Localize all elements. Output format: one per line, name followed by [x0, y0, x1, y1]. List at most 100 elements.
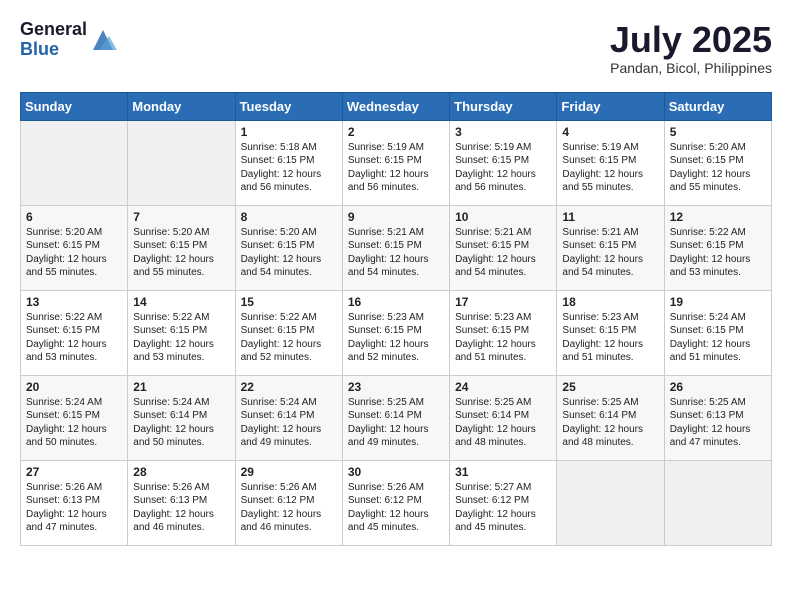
- calendar-cell: 3 Sunrise: 5:19 AMSunset: 6:15 PMDaylight…: [450, 120, 557, 205]
- calendar-cell: 25 Sunrise: 5:25 AMSunset: 6:14 PMDayligh…: [557, 375, 664, 460]
- cell-info: Sunrise: 5:25 AMSunset: 6:14 PMDaylight:…: [455, 396, 551, 450]
- cell-info: Sunrise: 5:19 AMSunset: 6:15 PMDaylight:…: [455, 141, 551, 195]
- week-row-3: 13 Sunrise: 5:22 AMSunset: 6:15 PMDayligh…: [21, 290, 772, 375]
- calendar-cell: 13Sunrise: 5:22 AMSunset: 6:15 PMDayligh…: [21, 290, 128, 375]
- calendar-cell: 30Sunrise: 5:26 AMSunset: 6:12 PMDayligh…: [342, 460, 449, 545]
- cell-info: Sunrise: 5:26 AMSunset: 6:13 PMDaylight:…: [26, 481, 122, 535]
- day-number: 20: [26, 380, 122, 394]
- calendar-cell: [664, 460, 771, 545]
- cell-info: Sunrise: 5:26 AMSunset: 6:13 PMDaylight:…: [133, 481, 229, 535]
- calendar-cell: 17 Sunrise: 5:23 AMSunset: 6:15 PMDayligh…: [450, 290, 557, 375]
- logo: General Blue: [20, 20, 117, 60]
- logo-blue: Blue: [20, 40, 87, 60]
- cell-info: Sunrise: 5:22 AMSunset: 6:15 PMDaylight:…: [670, 226, 766, 280]
- cell-info: Sunrise: 5:24 AMSunset: 6:15 PMDaylight:…: [670, 311, 766, 365]
- calendar-cell: 6 Sunrise: 5:20 AMSunset: 6:15 PMDaylight…: [21, 205, 128, 290]
- day-number: 14: [133, 295, 229, 309]
- day-number: 5: [670, 125, 766, 139]
- day-number: 10: [455, 210, 551, 224]
- day-number: 8: [241, 210, 337, 224]
- day-number: 4: [562, 125, 658, 139]
- day-number: 26: [670, 380, 766, 394]
- title-block: July 2025 Pandan, Bicol, Philippines: [610, 20, 772, 76]
- day-number: 7: [133, 210, 229, 224]
- calendar-cell: 31 Sunrise: 5:27 AMSunset: 6:12 PMDayligh…: [450, 460, 557, 545]
- weekday-header-wednesday: Wednesday: [342, 92, 449, 120]
- day-number: 9: [348, 210, 444, 224]
- day-number: 19: [670, 295, 766, 309]
- calendar-cell: 7 Sunrise: 5:20 AMSunset: 6:15 PMDaylight…: [128, 205, 235, 290]
- day-number: 21: [133, 380, 229, 394]
- weekday-header-friday: Friday: [557, 92, 664, 120]
- day-number: 3: [455, 125, 551, 139]
- calendar-cell: 1Sunrise: 5:18 AMSunset: 6:15 PMDaylight…: [235, 120, 342, 205]
- cell-info: Sunrise: 5:25 AMSunset: 6:14 PMDaylight:…: [348, 396, 444, 450]
- day-number: 25: [562, 380, 658, 394]
- week-row-4: 20 Sunrise: 5:24 AMSunset: 6:15 PMDayligh…: [21, 375, 772, 460]
- calendar-cell: 28 Sunrise: 5:26 AMSunset: 6:13 PMDayligh…: [128, 460, 235, 545]
- cell-info: Sunrise: 5:23 AMSunset: 6:15 PMDaylight:…: [348, 311, 444, 365]
- cell-info: Sunrise: 5:22 AMSunset: 6:15 PMDaylight:…: [133, 311, 229, 365]
- cell-info: Sunrise: 5:25 AMSunset: 6:14 PMDaylight:…: [562, 396, 658, 450]
- calendar-cell: 9Sunrise: 5:21 AMSunset: 6:15 PMDaylight…: [342, 205, 449, 290]
- calendar-cell: 11 Sunrise: 5:21 AMSunset: 6:15 PMDayligh…: [557, 205, 664, 290]
- cell-info: Sunrise: 5:24 AMSunset: 6:15 PMDaylight:…: [26, 396, 122, 450]
- week-row-5: 27 Sunrise: 5:26 AMSunset: 6:13 PMDayligh…: [21, 460, 772, 545]
- calendar-cell: 23 Sunrise: 5:25 AMSunset: 6:14 PMDayligh…: [342, 375, 449, 460]
- day-number: 2: [348, 125, 444, 139]
- calendar-cell: 27 Sunrise: 5:26 AMSunset: 6:13 PMDayligh…: [21, 460, 128, 545]
- day-number: 6: [26, 210, 122, 224]
- day-number: 13: [26, 295, 122, 309]
- day-number: 23: [348, 380, 444, 394]
- week-row-2: 6 Sunrise: 5:20 AMSunset: 6:15 PMDaylight…: [21, 205, 772, 290]
- weekday-header-thursday: Thursday: [450, 92, 557, 120]
- calendar-cell: 26Sunrise: 5:25 AMSunset: 6:13 PMDayligh…: [664, 375, 771, 460]
- day-number: 11: [562, 210, 658, 224]
- calendar-cell: [128, 120, 235, 205]
- calendar-cell: [21, 120, 128, 205]
- day-number: 24: [455, 380, 551, 394]
- weekday-header-saturday: Saturday: [664, 92, 771, 120]
- cell-info: Sunrise: 5:20 AMSunset: 6:15 PMDaylight:…: [133, 226, 229, 280]
- calendar-cell: 22Sunrise: 5:24 AMSunset: 6:14 PMDayligh…: [235, 375, 342, 460]
- cell-info: Sunrise: 5:23 AMSunset: 6:15 PMDaylight:…: [455, 311, 551, 365]
- calendar-cell: 24 Sunrise: 5:25 AMSunset: 6:14 PMDayligh…: [450, 375, 557, 460]
- cell-info: Sunrise: 5:21 AMSunset: 6:15 PMDaylight:…: [455, 226, 551, 280]
- location: Pandan, Bicol, Philippines: [610, 60, 772, 76]
- cell-info: Sunrise: 5:18 AMSunset: 6:15 PMDaylight:…: [241, 141, 337, 195]
- calendar-cell: 12 Sunrise: 5:22 AMSunset: 6:15 PMDayligh…: [664, 205, 771, 290]
- cell-info: Sunrise: 5:22 AMSunset: 6:15 PMDaylight:…: [241, 311, 337, 365]
- month-year: July 2025: [610, 20, 772, 60]
- day-number: 27: [26, 465, 122, 479]
- day-number: 31: [455, 465, 551, 479]
- cell-info: Sunrise: 5:20 AMSunset: 6:15 PMDaylight:…: [26, 226, 122, 280]
- calendar-cell: 14 Sunrise: 5:22 AMSunset: 6:15 PMDayligh…: [128, 290, 235, 375]
- weekday-header-row: SundayMondayTuesdayWednesdayThursdayFrid…: [21, 92, 772, 120]
- cell-info: Sunrise: 5:23 AMSunset: 6:15 PMDaylight:…: [562, 311, 658, 365]
- day-number: 15: [241, 295, 337, 309]
- page-header: General Blue July 2025 Pandan, Bicol, Ph…: [20, 20, 772, 76]
- day-number: 28: [133, 465, 229, 479]
- weekday-header-tuesday: Tuesday: [235, 92, 342, 120]
- cell-info: Sunrise: 5:20 AMSunset: 6:15 PMDaylight:…: [670, 141, 766, 195]
- cell-info: Sunrise: 5:21 AMSunset: 6:15 PMDaylight:…: [562, 226, 658, 280]
- day-number: 12: [670, 210, 766, 224]
- calendar-cell: 2Sunrise: 5:19 AMSunset: 6:15 PMDaylight…: [342, 120, 449, 205]
- cell-info: Sunrise: 5:19 AMSunset: 6:15 PMDaylight:…: [562, 141, 658, 195]
- cell-info: Sunrise: 5:26 AMSunset: 6:12 PMDaylight:…: [241, 481, 337, 535]
- weekday-header-monday: Monday: [128, 92, 235, 120]
- day-number: 17: [455, 295, 551, 309]
- calendar-cell: 15 Sunrise: 5:22 AMSunset: 6:15 PMDayligh…: [235, 290, 342, 375]
- day-number: 18: [562, 295, 658, 309]
- day-number: 29: [241, 465, 337, 479]
- day-number: 22: [241, 380, 337, 394]
- cell-info: Sunrise: 5:27 AMSunset: 6:12 PMDaylight:…: [455, 481, 551, 535]
- calendar-cell: 18 Sunrise: 5:23 AMSunset: 6:15 PMDayligh…: [557, 290, 664, 375]
- day-number: 16: [348, 295, 444, 309]
- logo-text: General Blue: [20, 20, 87, 60]
- calendar-cell: 4 Sunrise: 5:19 AMSunset: 6:15 PMDaylight…: [557, 120, 664, 205]
- logo-icon: [89, 26, 117, 54]
- calendar-cell: 29 Sunrise: 5:26 AMSunset: 6:12 PMDayligh…: [235, 460, 342, 545]
- day-number: 30: [348, 465, 444, 479]
- calendar-cell: 5 Sunrise: 5:20 AMSunset: 6:15 PMDaylight…: [664, 120, 771, 205]
